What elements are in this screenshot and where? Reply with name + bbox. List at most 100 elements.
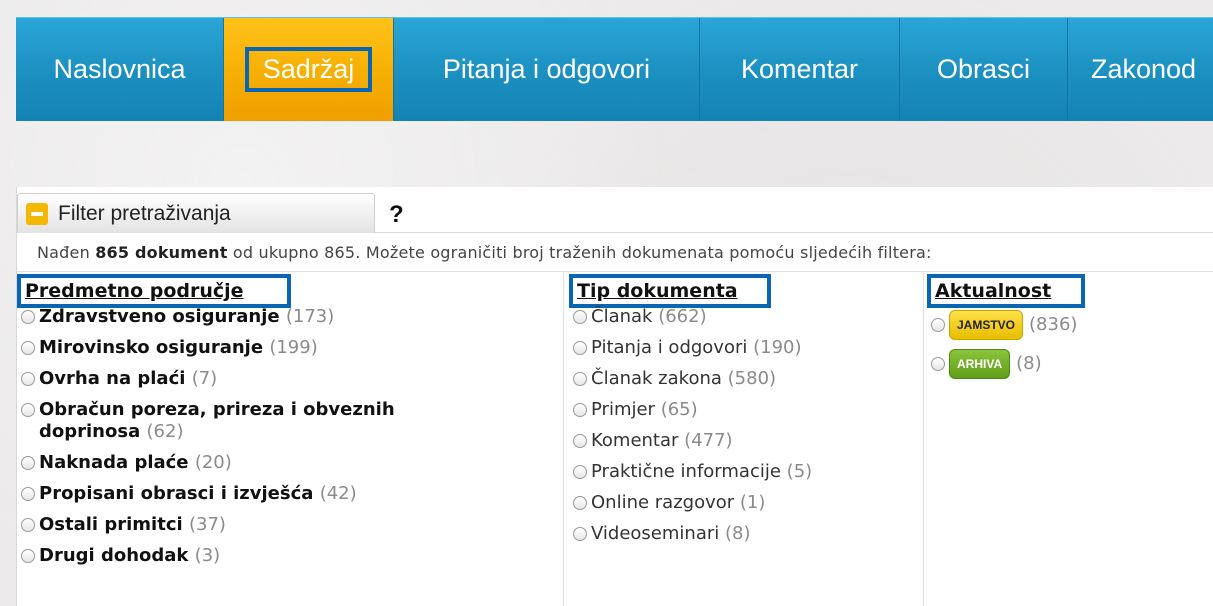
- option-count: (662): [658, 306, 707, 327]
- radio-button[interactable]: [21, 518, 35, 532]
- option-label: Ovrha na plaći: [39, 368, 186, 389]
- subject-option[interactable]: Drugi dohodak (3): [21, 545, 551, 567]
- nav-item-sadrzaj[interactable]: Sadržaj: [224, 18, 394, 121]
- option-label: Naknada plaće: [39, 452, 189, 473]
- nav-item-label: Komentar: [740, 54, 859, 84]
- arhiva-badge: ARHIVA: [949, 349, 1011, 379]
- option-label: Zdravstveno osiguranje: [39, 306, 280, 327]
- radio-button[interactable]: [21, 403, 35, 417]
- nav-item-pitanja-i-odgovori[interactable]: Pitanja i odgovori: [394, 18, 700, 121]
- doctype-heading: Tip dokumenta: [569, 274, 771, 308]
- option-count: (190): [753, 337, 802, 358]
- option-label: Praktične informacije: [591, 461, 781, 482]
- radio-button[interactable]: [21, 456, 35, 470]
- option-label: Obračun poreza, prireza i obveznih dopri…: [39, 399, 395, 442]
- nav-item-label: Obrasci: [936, 54, 1031, 84]
- subject-option[interactable]: Zdravstveno osiguranje (173): [21, 306, 551, 328]
- nav-item-obrasci[interactable]: Obrasci: [900, 18, 1068, 121]
- option-label: Komentar: [591, 430, 679, 451]
- subject-option[interactable]: Mirovinsko osiguranje (199): [21, 337, 551, 359]
- collapse-icon[interactable]: [26, 202, 48, 225]
- option-count: (65): [660, 399, 698, 420]
- radio-button[interactable]: [931, 357, 945, 371]
- option-label: Ostali primitci: [39, 514, 183, 535]
- subject-option[interactable]: Ovrha na plaći (7): [21, 368, 551, 390]
- option-count: (37): [188, 514, 226, 535]
- radio-button[interactable]: [21, 487, 35, 501]
- jamstvo-badge: JAMSTVO: [949, 310, 1024, 340]
- radio-button[interactable]: [573, 465, 587, 479]
- radio-button[interactable]: [21, 549, 35, 563]
- help-link[interactable]: ?: [389, 201, 404, 229]
- option-count: (42): [319, 483, 357, 504]
- radio-button[interactable]: [21, 372, 35, 386]
- option-label: Članak: [591, 306, 653, 327]
- option-count: (5): [786, 461, 813, 482]
- radio-button[interactable]: [573, 496, 587, 510]
- radio-button[interactable]: [21, 310, 35, 324]
- option-label: Drugi dohodak: [39, 545, 189, 566]
- subject-heading: Predmetno područje: [17, 274, 291, 308]
- option-label: Online razgovor: [591, 492, 735, 513]
- top-navigation: Naslovnica Sadržaj Pitanja i odgovori Ko…: [16, 17, 1213, 121]
- doctype-option[interactable]: Videoseminari (8): [573, 523, 913, 545]
- radio-button[interactable]: [573, 310, 587, 324]
- option-label: Primjer: [591, 399, 655, 420]
- option-count: (199): [269, 337, 318, 358]
- option-count: (8): [1016, 353, 1042, 374]
- option-count: (173): [285, 306, 335, 327]
- radio-button[interactable]: [573, 341, 587, 355]
- divider: [375, 232, 1213, 233]
- option-count: (1): [739, 492, 766, 513]
- subject-option[interactable]: Obračun poreza, prireza i obveznih dopri…: [21, 399, 551, 443]
- actuality-option[interactable]: JAMSTVO (836): [931, 310, 1201, 340]
- column-divider: [923, 272, 924, 606]
- radio-button[interactable]: [573, 527, 587, 541]
- doctype-option[interactable]: Praktične informacije (5): [573, 461, 913, 483]
- subject-option[interactable]: Naknada plaće (20): [21, 452, 551, 474]
- radio-button[interactable]: [573, 434, 587, 448]
- radio-button[interactable]: [573, 403, 587, 417]
- filter-panel: Filter pretraživanja ? Nađen 865 dokumen…: [16, 187, 1213, 606]
- doctype-option[interactable]: Komentar (477): [573, 430, 913, 452]
- radio-button[interactable]: [21, 341, 35, 355]
- actuality-heading: Aktualnost: [927, 274, 1085, 308]
- filter-title: Filter pretraživanja: [58, 201, 231, 225]
- doctype-column: Tip dokumenta Članak (662) Pitanja i odg…: [569, 274, 913, 554]
- option-count: (3): [194, 545, 221, 566]
- subject-column: Predmetno područje Zdravstveno osiguranj…: [17, 274, 551, 576]
- nav-item-label: Zakonod: [1091, 54, 1197, 84]
- option-label: Mirovinsko osiguranje: [39, 337, 264, 358]
- column-divider: [563, 272, 564, 606]
- doctype-option[interactable]: Online razgovor (1): [573, 492, 913, 514]
- option-label: Članak zakona: [591, 368, 722, 389]
- nav-item-naslovnica[interactable]: Naslovnica: [16, 18, 224, 121]
- doctype-option[interactable]: Članak zakona (580): [573, 368, 913, 390]
- summary-count: 865 dokument: [95, 243, 228, 262]
- option-count: (477): [684, 430, 733, 451]
- radio-button[interactable]: [573, 372, 587, 386]
- nav-item-label: Naslovnica: [53, 54, 186, 84]
- nav-item-zakonodavstvo[interactable]: Zakonod: [1068, 18, 1213, 121]
- option-count: (836): [1029, 314, 1078, 335]
- option-label: Pitanja i odgovori: [591, 337, 748, 358]
- nav-item-label: Pitanja i odgovori: [442, 54, 651, 84]
- summary-prefix: Nađen: [37, 243, 96, 262]
- subject-option[interactable]: Ostali primitci (37): [21, 514, 551, 536]
- option-count: (7): [191, 368, 218, 389]
- actuality-option[interactable]: ARHIVA (8): [931, 349, 1201, 379]
- option-label: Propisani obrasci i izvješća: [39, 483, 314, 504]
- radio-button[interactable]: [931, 318, 945, 332]
- doctype-option[interactable]: Pitanja i odgovori (190): [573, 337, 913, 359]
- nav-item-komentar[interactable]: Komentar: [700, 18, 900, 121]
- subject-option[interactable]: Propisani obrasci i izvješća (42): [21, 483, 551, 505]
- option-count: (20): [194, 452, 232, 473]
- divider: [17, 271, 1213, 272]
- nav-item-label: Sadržaj: [244, 47, 373, 92]
- option-count: (580): [727, 368, 777, 389]
- option-count: (8): [725, 523, 751, 544]
- doctype-option[interactable]: Primjer (65): [573, 399, 913, 421]
- doctype-option[interactable]: Članak (662): [573, 306, 913, 328]
- summary-suffix: od ukupno 865. Možete ograničiti broj tr…: [227, 243, 932, 262]
- filter-toggle[interactable]: Filter pretraživanja: [17, 193, 375, 233]
